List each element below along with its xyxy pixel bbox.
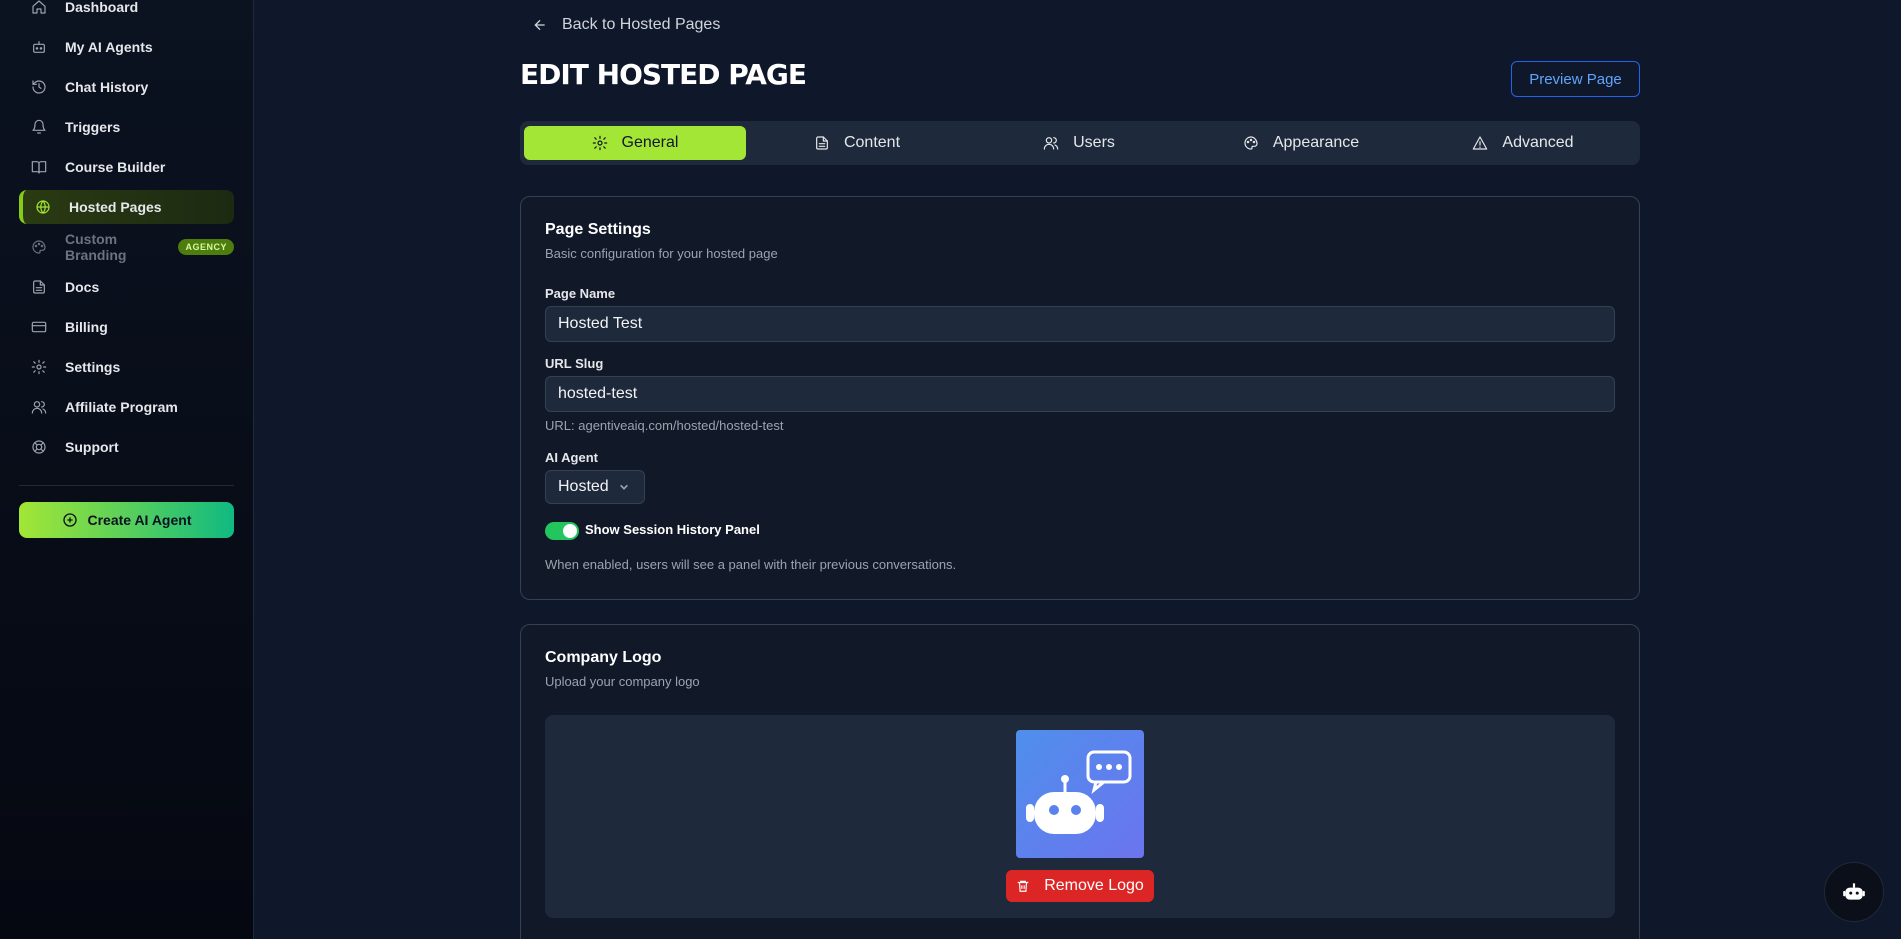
page-settings-subtitle: Basic configuration for your hosted page	[545, 246, 778, 261]
tab-advanced[interactable]: Advanced	[1412, 126, 1634, 160]
file-icon	[31, 279, 47, 295]
chat-widget-button[interactable]	[1824, 862, 1884, 922]
trash-icon	[1017, 880, 1029, 892]
sidebar-item-label: Hosted Pages	[69, 199, 162, 215]
company-logo-subtitle: Upload your company logo	[545, 674, 700, 689]
robot-icon	[1843, 883, 1865, 900]
preview-page-button[interactable]: Preview Page	[1511, 61, 1640, 97]
url-slug-input[interactable]: hosted-test	[545, 376, 1615, 412]
url-slug-label: URL Slug	[545, 356, 604, 371]
users-icon	[31, 399, 47, 415]
remove-logo-button[interactable]: Remove Logo	[1006, 870, 1154, 902]
sidebar-item-custom-branding[interactable]: Custom Branding AGENCY	[19, 230, 234, 264]
warning-icon	[1473, 136, 1488, 150]
gear-icon	[592, 135, 607, 151]
sidebar-item-billing[interactable]: Billing	[19, 310, 234, 344]
tab-content[interactable]: Content	[746, 126, 968, 160]
sidebar-item-label: Settings	[65, 359, 121, 375]
agency-badge: AGENCY	[178, 239, 234, 255]
sidebar-item-label: Course Builder	[65, 159, 166, 175]
page-name-input[interactable]: Hosted Test	[545, 306, 1615, 342]
tab-general[interactable]: General	[524, 126, 746, 160]
page-settings-card: Page Settings Basic configuration for yo…	[520, 196, 1640, 600]
sidebar-item-label: Docs	[65, 279, 100, 295]
session-history-hint: When enabled, users will see a panel wit…	[545, 557, 957, 572]
globe-icon	[35, 199, 51, 215]
history-icon	[31, 79, 47, 95]
sidebar-item-label: My AI Agents	[65, 39, 153, 55]
gear-icon	[31, 359, 47, 375]
sidebar-item-course-builder[interactable]: Course Builder	[19, 150, 234, 184]
toggle-knob	[563, 524, 577, 538]
palette-icon	[1244, 136, 1258, 150]
session-history-toggle[interactable]	[545, 522, 579, 540]
tab-label: General	[621, 134, 679, 151]
page-name-label: Page Name	[545, 286, 616, 301]
tab-bar: General Content Users Appearance Advance…	[520, 121, 1640, 165]
sidebar: Dashboard My AI Agents Chat History Trig…	[0, 0, 254, 939]
sidebar-item-label: Triggers	[65, 119, 121, 135]
ai-agent-selected-value: Hosted	[558, 478, 609, 495]
sidebar-item-my-ai-agents[interactable]: My AI Agents	[19, 30, 234, 64]
tab-appearance[interactable]: Appearance	[1190, 126, 1412, 160]
remove-logo-label: Remove Logo	[1044, 877, 1144, 894]
sidebar-item-triggers[interactable]: Triggers	[19, 110, 234, 144]
tab-users[interactable]: Users	[968, 126, 1190, 160]
sidebar-item-label: Dashboard	[65, 0, 139, 15]
arrow-left-icon	[534, 19, 545, 31]
sidebar-item-label: Chat History	[65, 79, 149, 95]
company-logo-image	[1016, 730, 1144, 858]
back-to-hosted-pages-link[interactable]: Back to Hosted Pages	[532, 16, 720, 34]
sidebar-item-dashboard[interactable]: Dashboard	[19, 0, 234, 24]
plus-circle-icon	[62, 513, 77, 527]
session-history-label: Show Session History Panel	[585, 522, 760, 537]
company-logo-title: Company Logo	[545, 649, 662, 666]
ai-agent-label: AI Agent	[545, 450, 598, 465]
sidebar-item-chat-history[interactable]: Chat History	[19, 70, 234, 104]
sidebar-item-label: Support	[65, 439, 119, 455]
users-icon	[1043, 137, 1059, 150]
create-ai-agent-button[interactable]: Create AI Agent	[19, 502, 234, 538]
sidebar-item-label: Affiliate Program	[65, 399, 178, 415]
credit-card-icon	[31, 319, 47, 335]
sidebar-item-hosted-pages[interactable]: Hosted Pages	[19, 190, 234, 224]
sidebar-item-label: Custom Branding	[65, 231, 127, 263]
robot-chat-logo-icon	[1026, 750, 1132, 834]
sidebar-item-label: Billing	[65, 319, 108, 335]
tab-label: Content	[843, 134, 901, 151]
page-title: EDIT HOSTED PAGE	[520, 58, 807, 91]
ai-agent-select[interactable]: Hosted	[545, 470, 645, 504]
lifebuoy-icon	[31, 439, 47, 455]
palette-icon	[31, 239, 47, 255]
sidebar-item-docs[interactable]: Docs	[19, 270, 234, 304]
file-text-icon	[816, 136, 828, 150]
tab-label: Users	[1073, 134, 1115, 151]
company-logo-card: Company Logo Upload your company logo Re…	[520, 624, 1640, 939]
bell-icon	[31, 119, 47, 135]
sidebar-item-settings[interactable]: Settings	[19, 350, 234, 384]
sidebar-divider	[19, 485, 234, 486]
create-ai-agent-label: Create AI Agent	[87, 512, 192, 528]
logo-upload-area: Remove Logo	[545, 715, 1615, 918]
bot-icon	[31, 39, 47, 55]
chevron-down-icon	[619, 484, 628, 490]
tab-label: Advanced	[1502, 134, 1574, 151]
home-icon	[31, 0, 47, 15]
back-link-label: Back to Hosted Pages	[562, 16, 721, 33]
page-settings-title: Page Settings	[545, 221, 651, 238]
sidebar-item-support[interactable]: Support	[19, 430, 234, 464]
sidebar-item-affiliate-program[interactable]: Affiliate Program	[19, 390, 234, 424]
url-preview-hint: URL: agentiveaiq.com/hosted/hosted-test	[545, 418, 784, 433]
book-icon	[31, 159, 47, 175]
tab-label: Appearance	[1272, 134, 1360, 151]
